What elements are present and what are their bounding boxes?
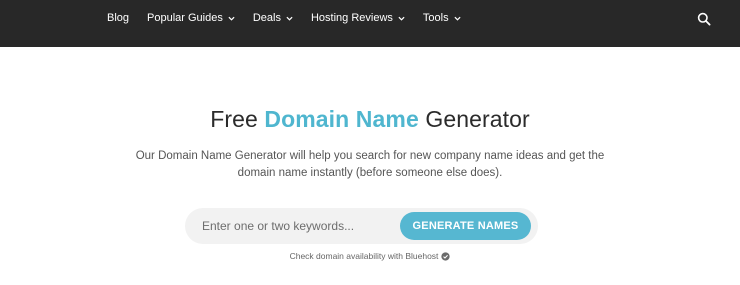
search-icon[interactable] (697, 12, 711, 26)
title-suffix: Generator (418, 106, 530, 132)
nav-item-label: Deals (252, 12, 281, 24)
nav-item-deals[interactable]: Deals (253, 12, 293, 24)
title-accent: Domain Name (264, 106, 419, 132)
domain-search-form: GENERATE NAMES (185, 208, 538, 244)
chevron-down-icon (398, 16, 405, 21)
nav-item-label: Hosting Reviews (310, 12, 393, 24)
nav-menu: Blog Popular Guides Deals Hosting Review… (107, 0, 479, 36)
title-prefix: Free (210, 106, 265, 132)
page-description: Our Domain Name Generator will help you … (135, 150, 605, 179)
nav-item-tools[interactable]: Tools (423, 12, 461, 24)
nav-item-label: Tools (422, 12, 449, 24)
keyword-input[interactable] (185, 208, 407, 244)
top-navigation-bar: Blog Popular Guides Deals Hosting Review… (0, 0, 740, 47)
hero-section: Free Domain Name Generator Our Domain Na… (0, 47, 740, 285)
chevron-down-icon (454, 16, 461, 21)
check-circle-icon (441, 251, 451, 261)
availability-text: Check domain availability with Bluehost (289, 251, 439, 261)
nav-item-blog[interactable]: Blog (107, 12, 129, 24)
availability-note: Check domain availability with Bluehost (0, 251, 740, 261)
chevron-down-icon (286, 16, 293, 21)
nav-item-hosting-reviews[interactable]: Hosting Reviews (311, 12, 405, 24)
generate-names-button[interactable]: GENERATE NAMES (400, 212, 531, 240)
nav-item-popular-guides[interactable]: Popular Guides (147, 12, 235, 24)
chevron-down-icon (228, 16, 235, 21)
nav-item-label: Blog (107, 12, 130, 24)
page-title: Free Domain Name Generator (0, 106, 740, 133)
nav-item-label: Popular Guides (147, 12, 223, 24)
